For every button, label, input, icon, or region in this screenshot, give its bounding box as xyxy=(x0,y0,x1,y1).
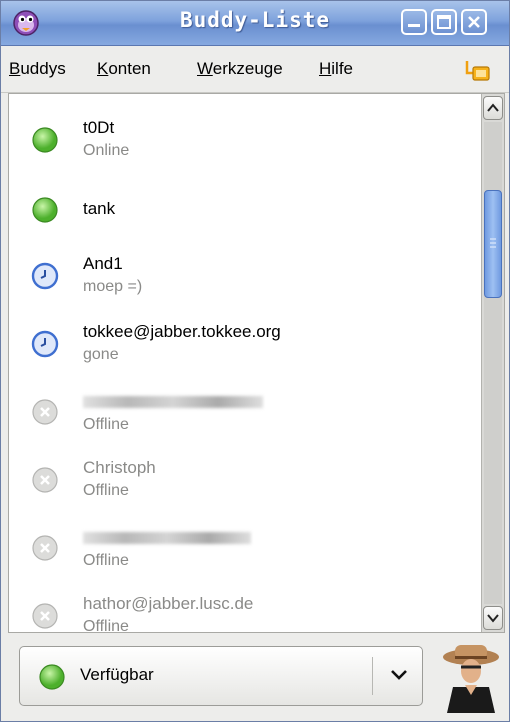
dropdown-separator xyxy=(372,657,373,695)
chevron-up-icon xyxy=(487,103,499,112)
buddy-status-message: Offline xyxy=(83,482,129,499)
chevron-down-icon xyxy=(487,614,499,623)
avatar[interactable] xyxy=(439,641,503,713)
buddy-row[interactable]: t0Dt Online xyxy=(9,108,479,176)
scroll-up-button[interactable] xyxy=(483,96,503,120)
grip-icon xyxy=(490,238,496,248)
offline-status-icon xyxy=(32,603,58,629)
menu-konten[interactable]: Konten xyxy=(97,59,151,79)
buddy-row[interactable]: tokkee@jabber.tokkee.org gone xyxy=(9,312,479,380)
status-selector[interactable]: Verfügbar xyxy=(19,646,423,706)
title-bar[interactable]: Buddy-Liste xyxy=(1,1,509,46)
status-label: Verfügbar xyxy=(80,665,154,684)
scrollbar-thumb[interactable] xyxy=(484,190,502,298)
buddy-status-message: Offline xyxy=(83,552,129,569)
buddy-name: Christoph xyxy=(83,458,156,477)
buddy-row[interactable]: Offline xyxy=(9,380,479,448)
close-icon xyxy=(468,16,480,28)
buddy-name: hathor@jabber.lusc.de xyxy=(83,594,254,613)
vertical-scrollbar[interactable] xyxy=(481,94,504,632)
message-notification-icon[interactable] xyxy=(464,59,492,83)
minimize-button[interactable] xyxy=(401,9,427,35)
menu-werkzeuge[interactable]: Werkzeuge xyxy=(197,59,283,79)
buddy-row[interactable]: Christoph Offline xyxy=(9,448,479,516)
redacted-buddy-name xyxy=(83,396,263,408)
maximize-icon xyxy=(437,15,451,29)
buddy-row[interactable]: tank xyxy=(9,176,479,244)
menu-hilfe[interactable]: Hilfe xyxy=(319,59,353,79)
buddy-status-message: Offline xyxy=(83,416,129,433)
away-clock-icon xyxy=(31,330,59,358)
buddy-row[interactable]: And1 moep =) xyxy=(9,244,479,312)
available-status-icon xyxy=(39,664,65,690)
buddy-status-message: Online xyxy=(83,142,130,159)
menu-bar: Buddys Konten Werkzeuge Hilfe xyxy=(1,46,509,93)
buddy-name: And1 xyxy=(83,254,123,273)
buddy-name: t0Dt xyxy=(83,118,115,137)
chevron-down-icon[interactable] xyxy=(388,665,410,685)
offline-status-icon xyxy=(32,467,58,493)
buddy-list[interactable]: t0Dt Online tank And1 moep =) tokkee@jab… xyxy=(8,93,505,633)
redacted-buddy-name xyxy=(83,532,251,544)
minimize-icon xyxy=(408,24,420,27)
scroll-down-button[interactable] xyxy=(483,606,503,630)
buddy-name: tank xyxy=(83,199,116,218)
buddy-status-message: moep =) xyxy=(83,278,143,295)
maximize-button[interactable] xyxy=(431,9,457,35)
buddy-name: tokkee@jabber.tokkee.org xyxy=(83,322,281,341)
buddy-status-message: gone xyxy=(83,346,119,363)
away-clock-icon xyxy=(31,262,59,290)
menu-buddys[interactable]: Buddys xyxy=(9,59,66,79)
buddy-status-message: Offline xyxy=(83,618,129,633)
offline-status-icon xyxy=(32,399,58,425)
available-status-icon xyxy=(32,197,58,223)
available-status-icon xyxy=(32,127,58,153)
offline-status-icon xyxy=(32,535,58,561)
buddy-list-window: Buddy-Liste Buddys Konten Werkzeuge Hilf… xyxy=(0,0,510,722)
buddy-row[interactable]: Offline xyxy=(9,516,479,584)
close-button[interactable] xyxy=(461,9,487,35)
buddy-row[interactable]: hathor@jabber.lusc.de Offline xyxy=(9,584,479,633)
